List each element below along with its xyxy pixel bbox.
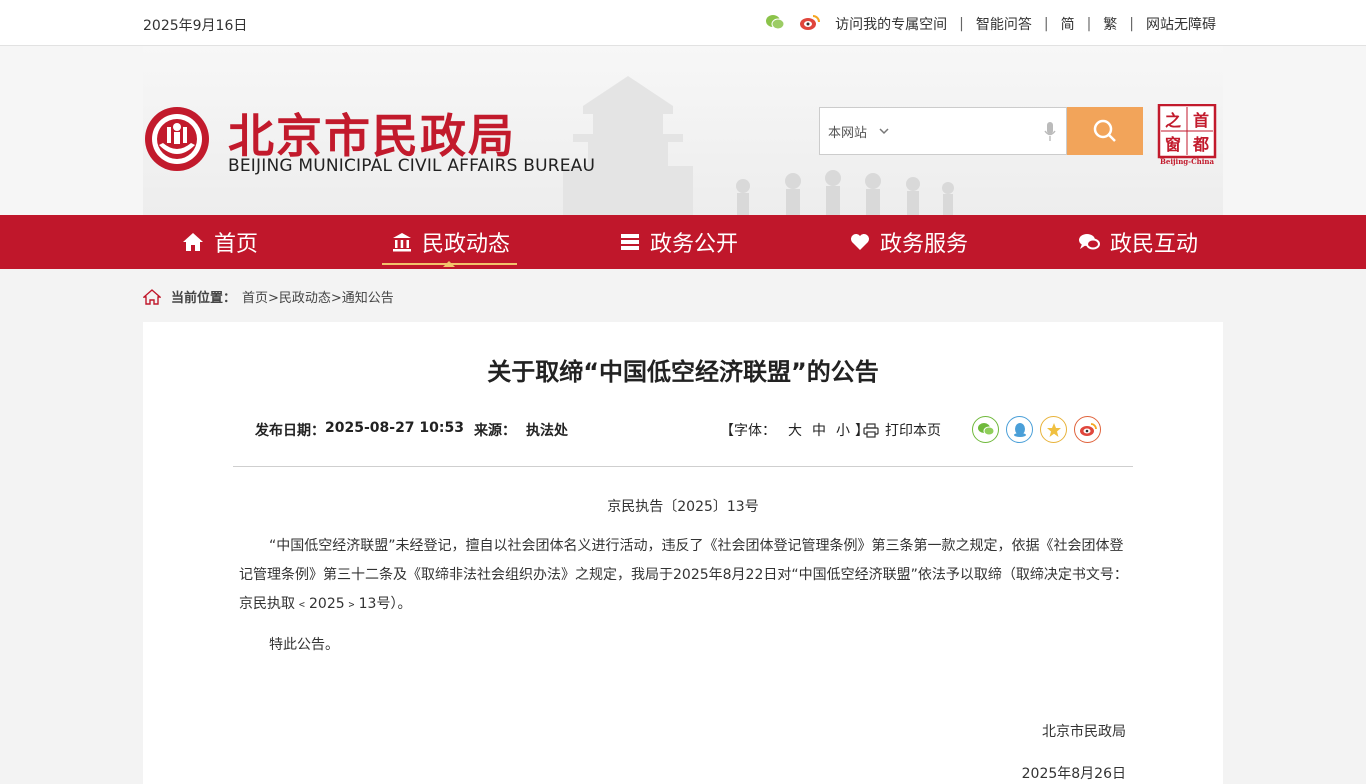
- source-value: 执法处: [526, 423, 568, 439]
- traditional-link[interactable]: 繁: [1103, 14, 1117, 34]
- my-space-link[interactable]: 访问我的专属空间: [835, 14, 947, 34]
- document-number: 京民执告〔2025〕13号: [607, 499, 759, 515]
- bureau-emblem-icon[interactable]: [143, 105, 211, 173]
- favorite-icon[interactable]: [1040, 416, 1067, 443]
- nav-item-interaction[interactable]: 政民互动: [1078, 215, 1198, 269]
- print-button[interactable]: 打印本页: [863, 420, 941, 440]
- home-icon: [143, 288, 161, 305]
- search-icon: [1093, 119, 1116, 142]
- font-size-medium[interactable]: 中: [812, 420, 826, 440]
- search-input[interactable]: [901, 116, 1042, 146]
- qq-icon[interactable]: [1006, 416, 1033, 443]
- breadcrumb-path[interactable]: 首页>民政动态>通知公告: [242, 287, 394, 306]
- simplified-link[interactable]: 简: [1061, 14, 1075, 34]
- svg-text:之: 之: [1165, 111, 1181, 130]
- article-paragraph: 特此公告。: [269, 637, 339, 653]
- svg-text:窗: 窗: [1165, 135, 1181, 154]
- article-paragraph: “中国低空经济联盟”未经登记，擅自以社会团体名义进行活动，违反了《社会团体登记管…: [239, 538, 1128, 612]
- svg-text:首: 首: [1193, 111, 1209, 130]
- wechat-icon[interactable]: [972, 416, 999, 443]
- main-nav: 首页 民政动态 政务公开 政务服务 政民互动: [0, 215, 1366, 269]
- nav-item-home[interactable]: 首页: [182, 215, 258, 269]
- list-icon: [621, 234, 639, 250]
- article-panel: 关于取缔“中国低空经济联盟”的公告 发布日期： 2025-08-27 10:53…: [143, 322, 1223, 784]
- capital-window-badge[interactable]: 之 首 窗 都 Beijing-China: [1157, 103, 1217, 166]
- signature: 北京市民政局: [1042, 724, 1126, 740]
- site-title-en: BEIJING MUNICIPAL CIVIL AFFAIRS BUREAU: [228, 156, 596, 176]
- divider: |: [959, 16, 964, 32]
- publish-date: 2025-08-27 10:53: [325, 420, 464, 436]
- weibo-icon[interactable]: [1074, 416, 1101, 443]
- search-box: 本网站: [819, 107, 1067, 155]
- site-header: 北京市民政局 BEIJING MUNICIPAL CIVIL AFFAIRS B…: [0, 46, 1366, 215]
- share-bar: [972, 416, 1108, 443]
- breadcrumb: 当前位置： 首页>民政动态>通知公告: [143, 287, 394, 306]
- divider: |: [1043, 16, 1049, 32]
- wechat-icon[interactable]: [765, 14, 785, 34]
- smart-qa-link[interactable]: 智能问答: [976, 14, 1032, 34]
- accessibility-link[interactable]: 网站无障碍: [1146, 14, 1216, 34]
- breadcrumb-label: 当前位置：: [171, 291, 237, 306]
- home-icon: [183, 233, 203, 251]
- nav-item-gov-open[interactable]: 政务公开: [620, 215, 738, 269]
- font-size-small[interactable]: 小: [836, 420, 850, 440]
- printer-icon: [863, 422, 879, 438]
- top-links: 访问我的专属空间 | 智能问答 | 简 | 繁 | 网站无障碍: [765, 13, 1216, 35]
- heart-icon: [851, 234, 869, 250]
- source-label: 来源：: [474, 423, 516, 439]
- signature-date: 2025年8月26日: [1021, 766, 1126, 782]
- divider: [233, 466, 1133, 467]
- article-title: 关于取缔“中国低空经济联盟”的公告: [487, 358, 879, 386]
- building-icon: [393, 233, 411, 252]
- svg-text:都: 都: [1192, 135, 1209, 154]
- font-size-large[interactable]: 大: [788, 420, 802, 440]
- divider: |: [1086, 16, 1092, 32]
- svg-text:Beijing-China: Beijing-China: [1160, 157, 1215, 166]
- nav-active-caret: [443, 261, 455, 267]
- search-button[interactable]: [1067, 107, 1143, 155]
- nav-item-gov-service[interactable]: 政务服务: [850, 215, 968, 269]
- article-meta: 发布日期： 2025-08-27 10:53 来源： 执法处: [255, 420, 578, 440]
- top-bar: 2025年9月16日 访问我的专属空间 | 智能问答 | 简 | 繁 | 网站无…: [0, 0, 1366, 46]
- chevron-down-icon: [879, 128, 889, 135]
- search-scope-select[interactable]: 本网站: [828, 122, 891, 141]
- font-size-label: 【字体：: [720, 423, 776, 439]
- weibo-icon[interactable]: [799, 13, 821, 35]
- microphone-icon[interactable]: [1044, 122, 1056, 146]
- current-date: 2025年9月16日: [143, 18, 248, 34]
- chat-icon: [1079, 234, 1100, 250]
- publish-date-label: 发布日期：: [255, 423, 325, 439]
- font-size-switcher: 【字体： 大 中 小 】: [720, 420, 869, 440]
- divider: |: [1129, 16, 1134, 32]
